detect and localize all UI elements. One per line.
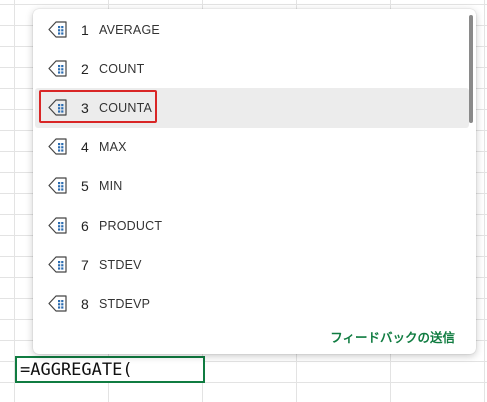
item-function-name: MAX xyxy=(99,140,127,155)
list-item-average[interactable]: 1 AVERAGE xyxy=(33,10,469,49)
item-number: 8 xyxy=(81,295,89,312)
item-function-name: STDEVP xyxy=(99,296,151,311)
list-item-product[interactable]: 6 PRODUCT xyxy=(33,206,469,245)
function-list-icon xyxy=(48,216,67,234)
active-cell-formula-editor[interactable]: =AGGREGATE( xyxy=(15,356,205,383)
item-function-name: COUNTA xyxy=(99,100,153,115)
item-function-name: COUNT xyxy=(99,61,145,76)
item-function-name: PRODUCT xyxy=(99,218,163,233)
function-list-icon xyxy=(48,20,67,38)
list-item-max[interactable]: 4 MAX xyxy=(33,128,469,167)
function-list-icon xyxy=(48,138,67,155)
item-function-name: MIN xyxy=(99,179,123,194)
list-item-min[interactable]: 5 MIN xyxy=(33,167,469,206)
item-function-name: STDEV xyxy=(99,257,142,272)
function-list-icon xyxy=(48,256,67,273)
list-item-count[interactable]: 2 COUNT xyxy=(33,49,469,88)
list-item-stdev[interactable]: 7 STDEV xyxy=(33,245,469,284)
function-list-icon xyxy=(48,177,67,194)
send-feedback-link[interactable]: フィードバックの送信 xyxy=(330,327,455,346)
function-autocomplete-popup: 1 AVERAGE 2 COUNT 3 COUNTA 4 MAX 5 MIN 6… xyxy=(33,9,476,354)
item-number: 3 xyxy=(81,99,89,116)
function-list-icon xyxy=(48,60,67,77)
function-argument-list: 1 AVERAGE 2 COUNT 3 COUNTA 4 MAX 5 MIN 6… xyxy=(33,10,469,324)
formula-text[interactable]: =AGGREGATE( xyxy=(20,360,133,380)
item-function-name: AVERAGE xyxy=(99,22,160,37)
item-number: 5 xyxy=(81,178,89,195)
popup-scrollbar[interactable] xyxy=(469,15,473,123)
item-number: 4 xyxy=(81,139,89,156)
function-list-icon xyxy=(48,99,67,116)
item-number: 2 xyxy=(81,60,89,77)
item-number: 1 xyxy=(81,21,89,38)
list-item-counta[interactable]: 3 COUNTA xyxy=(35,88,469,128)
function-list-icon xyxy=(48,295,67,312)
item-number: 7 xyxy=(81,256,89,273)
item-number: 6 xyxy=(81,217,89,234)
list-item-stdevp[interactable]: 8 STDEVP xyxy=(33,284,469,323)
